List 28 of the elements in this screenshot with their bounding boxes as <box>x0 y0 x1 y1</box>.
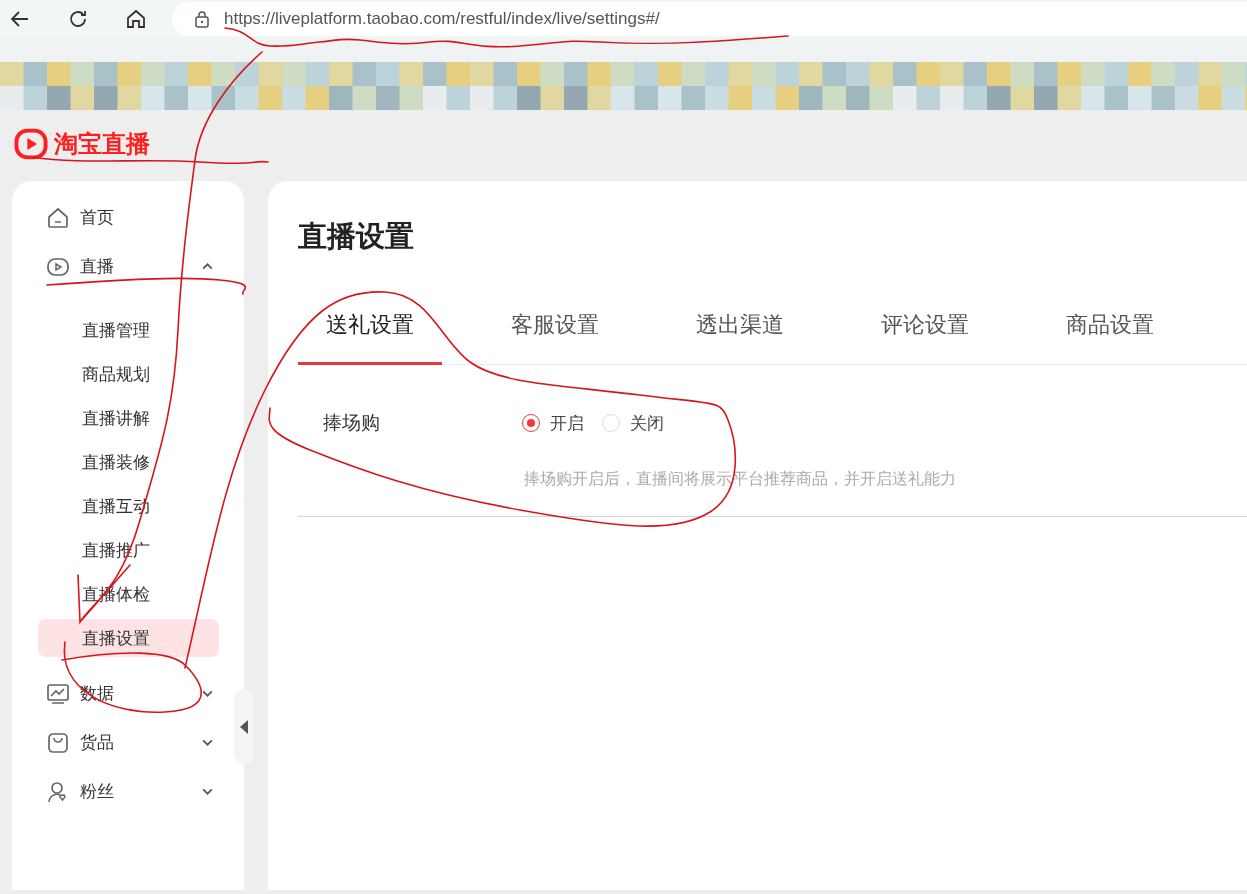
radio-option[interactable]: 开启 <box>522 411 584 435</box>
bag-icon <box>46 730 70 755</box>
tab[interactable]: 评论设置 <box>853 287 997 365</box>
sidebar-item[interactable]: 粉丝 <box>12 767 214 816</box>
lock-icon <box>194 10 210 28</box>
sidebar-subitem[interactable]: 直播讲解 <box>38 399 219 437</box>
sidebar-subitem[interactable]: 直播管理 <box>38 311 219 349</box>
sidebar-subitem[interactable]: 直播设置 <box>38 619 219 657</box>
address-bar[interactable]: https://liveplatform.taobao.com/restful/index/live/settings#/ <box>172 2 1247 36</box>
sidebar-item[interactable]: 首页 <box>12 193 214 242</box>
house-icon <box>46 205 70 230</box>
sidebar-item[interactable]: 直播 <box>12 242 214 291</box>
triangle-left-icon <box>240 720 248 734</box>
tab[interactable]: 透出渠道 <box>668 287 812 365</box>
chart-icon <box>46 681 70 706</box>
logo-text: 淘宝直播 <box>54 128 150 160</box>
setting-label: 捧场购 <box>323 410 381 435</box>
collapse-handle[interactable] <box>234 689 254 765</box>
tab[interactable]: 商品设置 <box>1038 287 1182 365</box>
sidebar-subitem[interactable]: 商品规划 <box>38 355 219 393</box>
radio-option[interactable]: 关闭 <box>602 411 664 435</box>
sidebar-subitem[interactable]: 直播装修 <box>38 443 219 481</box>
tab[interactable]: 送礼设置 <box>298 287 442 365</box>
home-icon[interactable] <box>124 7 148 31</box>
sidebar-item[interactable]: 货品 <box>12 718 214 767</box>
tab[interactable]: 客服设置 <box>483 287 627 365</box>
page-title: 直播设置 <box>298 219 415 253</box>
play-logo-icon <box>14 126 48 161</box>
